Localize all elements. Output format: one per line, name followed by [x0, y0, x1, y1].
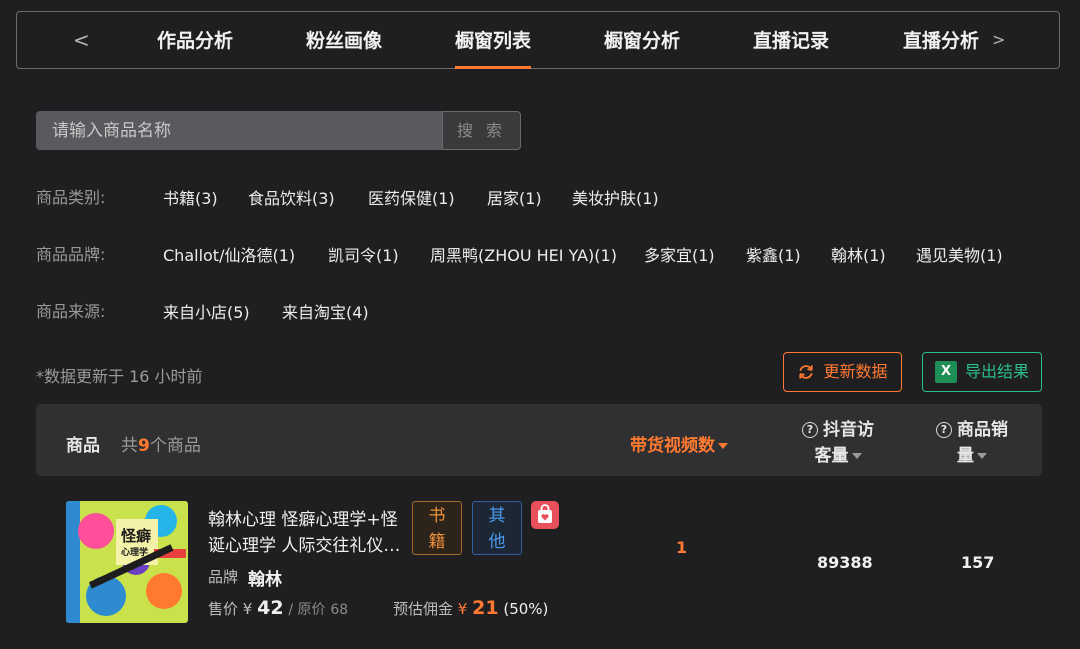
price-info: 售价 ¥ 42 / 原价 68	[208, 597, 348, 619]
category-option[interactable]: 美妆护肤(1)	[572, 185, 659, 209]
tag-other: 其 他	[472, 501, 522, 555]
product-column-header: 商品	[66, 436, 100, 456]
sort-caret-icon	[851, 453, 862, 459]
count-suffix: 个商品	[149, 436, 201, 456]
excel-icon: X	[934, 361, 957, 383]
category-option[interactable]: 医药保健(1)	[368, 185, 455, 209]
category-option[interactable]: 食品饮料(3)	[248, 185, 335, 209]
tag-other-line2: 他	[488, 532, 506, 552]
brand-option[interactable]: Challot/仙洛德(1)	[163, 242, 295, 266]
tab-showcase-list[interactable]: 橱窗列表	[454, 12, 532, 69]
sales-label-line1: 商品销	[957, 420, 1008, 440]
price-label: 售价	[208, 600, 239, 618]
tab-live-analysis[interactable]: 直播分析	[903, 12, 979, 68]
source-option[interactable]: 来自小店(5)	[163, 299, 250, 323]
search-button[interactable]: 搜 索	[442, 111, 521, 150]
brand-value: 翰林	[248, 570, 282, 590]
product-title-line2[interactable]: 诞心理学 人际交往礼仪…	[208, 531, 400, 556]
price-currency: ¥	[242, 600, 253, 618]
category-filter-label: 商品类别:	[36, 188, 106, 207]
tab-works-analysis[interactable]: 作品分析	[157, 12, 233, 68]
visits-cell: 89388	[817, 553, 873, 572]
brand-filter-label: 商品品牌:	[36, 245, 106, 264]
source-option[interactable]: 来自淘宝(4)	[282, 299, 369, 323]
brand-option[interactable]: 凯司令(1)	[328, 242, 399, 266]
tab-showcase-analysis[interactable]: 橱窗分析	[604, 12, 680, 68]
brand-option[interactable]: 翰林(1)	[831, 242, 886, 266]
sales-column-header[interactable]: ? 商品销 量	[936, 417, 1008, 469]
commission-value: 21	[472, 597, 499, 619]
brand-option[interactable]: 遇见美物(1)	[916, 242, 1003, 266]
chevron-left-icon[interactable]: <	[73, 12, 90, 68]
brand-option[interactable]: 多家宜(1)	[644, 242, 715, 266]
sales-cell: 157	[961, 553, 995, 572]
video-count-cell: 1	[676, 538, 688, 557]
tag-books-line1: 书	[428, 506, 446, 526]
count-value: 9	[138, 436, 150, 456]
refresh-icon	[799, 365, 814, 379]
cover-subtitle: 心理学	[121, 548, 149, 558]
original-price-label: / 原价	[288, 602, 326, 618]
original-price-value: 68	[330, 602, 349, 618]
shop-bag-icon[interactable]	[531, 501, 559, 529]
chevron-right-icon[interactable]: >	[992, 12, 1005, 68]
product-title-line1[interactable]: 翰林心理 怪癖心理学+怪	[208, 505, 398, 530]
visits-column-header[interactable]: ? 抖音访 客量	[802, 417, 874, 469]
help-icon[interactable]: ?	[936, 422, 952, 438]
search-input[interactable]	[36, 111, 442, 150]
brand-label: 品牌	[208, 568, 239, 586]
product-thumbnail[interactable]: 怪癖 心理学	[66, 501, 188, 623]
brand-option[interactable]: 紫鑫(1)	[746, 242, 801, 266]
book-cover-image	[66, 501, 188, 623]
video-count-column-header[interactable]: 带货视频数	[630, 431, 728, 456]
brand-option[interactable]: 周黑鸭(ZHOU HEI YA)(1)	[430, 242, 617, 266]
table-header: 商品 共9个商品 带货视频数 ? 抖音访 客量 ? 商品销 量	[36, 404, 1042, 476]
sales-label-line2: 量	[957, 446, 974, 466]
category-option[interactable]: 居家(1)	[487, 185, 542, 209]
count-prefix: 共	[121, 436, 138, 456]
sort-caret-icon	[718, 443, 728, 449]
tab-fans-profile[interactable]: 粉丝画像	[306, 12, 382, 68]
commission-currency: ¥	[457, 600, 468, 618]
refresh-data-label: 更新数据	[823, 362, 888, 381]
video-count-label: 带货视频数	[630, 436, 715, 456]
visits-label-line2: 客量	[814, 446, 849, 466]
tag-books: 书 籍	[412, 501, 462, 555]
commission-info: 预估佣金 ¥ 21 (50%)	[393, 597, 548, 619]
export-results-label: 导出结果	[964, 362, 1029, 381]
help-icon[interactable]: ?	[802, 422, 818, 438]
sort-caret-icon	[977, 453, 987, 459]
price-value: 42	[257, 597, 284, 619]
tag-books-line2: 籍	[428, 532, 446, 552]
export-results-button[interactable]: X 导出结果	[922, 352, 1042, 392]
tab-bar: < 作品分析 粉丝画像 橱窗列表 橱窗分析 直播记录 直播分析 >	[16, 11, 1060, 69]
update-note: *数据更新于 16 小时前	[36, 367, 203, 386]
tab-live-records[interactable]: 直播记录	[753, 12, 829, 68]
visits-label-line1: 抖音访	[823, 420, 874, 440]
cover-title: 怪癖	[121, 527, 152, 545]
product-count: 共9个商品	[121, 431, 201, 456]
source-filter-label: 商品来源:	[36, 302, 106, 321]
commission-label: 预估佣金	[393, 600, 454, 618]
tag-other-line1: 其	[488, 506, 506, 526]
refresh-data-button[interactable]: 更新数据	[783, 352, 902, 392]
commission-rate: (50%)	[503, 600, 549, 618]
category-option[interactable]: 书籍(3)	[163, 185, 218, 209]
